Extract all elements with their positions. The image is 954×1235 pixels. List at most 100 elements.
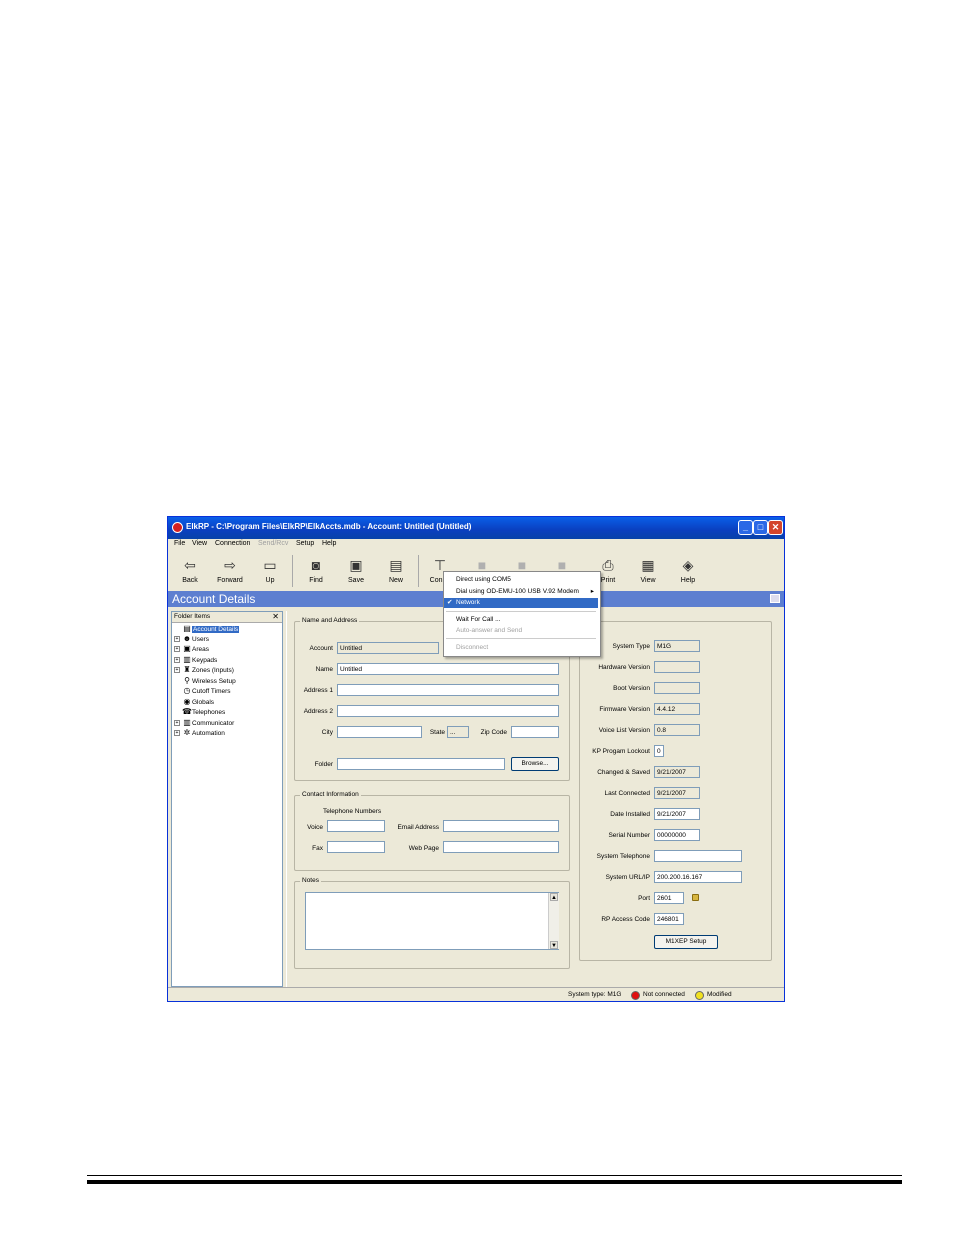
notes-textarea[interactable]: [305, 892, 559, 950]
hardware-version-field: [654, 661, 700, 673]
help-button[interactable]: ◈ Help: [670, 553, 706, 589]
keypads-icon: ▥: [183, 655, 191, 664]
tree-item-cutoff-timers[interactable]: ◷ Cutoff Timers: [174, 686, 231, 696]
city-field[interactable]: [337, 726, 422, 738]
collapse-icon[interactable]: [770, 594, 780, 603]
menu-setup[interactable]: Setup: [296, 540, 314, 547]
tree-header: Folder Items ✕: [172, 612, 282, 623]
system-type-field: M1G: [654, 640, 700, 652]
tree-item-telephones[interactable]: ☎Telephones: [174, 707, 225, 717]
expand-icon[interactable]: +: [174, 657, 180, 664]
app-icon: [172, 522, 183, 533]
back-button[interactable]: ⇦ Back: [172, 553, 208, 589]
zones-icon: ♜: [183, 665, 191, 674]
system-group: em System Type M1G Hardware Version Boot…: [579, 617, 772, 961]
expand-icon[interactable]: +: [174, 667, 180, 674]
maximize-button[interactable]: □: [753, 520, 768, 535]
status-bar: System type: M1G Not connected Modified: [168, 987, 784, 1001]
browse-button[interactable]: Browse...: [511, 757, 559, 771]
menu-item-wait-for-call[interactable]: Wait For Call ...: [444, 615, 598, 625]
menu-connection[interactable]: Connection: [215, 540, 250, 547]
new-button[interactable]: ▤ New: [378, 553, 414, 589]
folder-tree: Folder Items ✕ ▤ Account Details + ☻Users …: [171, 611, 283, 987]
web-page-field[interactable]: [443, 841, 559, 853]
expand-icon[interactable]: +: [174, 720, 180, 727]
last-connected-field: 9/21/2007: [654, 787, 700, 799]
timer-icon: ◷: [183, 686, 191, 695]
submenu-arrow-icon: ▸: [590, 588, 594, 595]
status-system-type: System type: M1G: [568, 991, 622, 998]
up-button[interactable]: ▭ Up: [252, 553, 288, 589]
menu-item-network[interactable]: ✔ Network: [444, 598, 598, 608]
state-field[interactable]: ...: [447, 726, 469, 738]
window-title: ElkRP - C:\Program Files\ElkRP\ElkAccts.…: [186, 522, 472, 531]
email-field[interactable]: [443, 820, 559, 832]
expand-icon[interactable]: +: [174, 730, 180, 737]
view-button[interactable]: ▦ View: [630, 553, 666, 589]
kp-lockout-field[interactable]: 0: [654, 745, 664, 757]
firmware-version-field: 4.4.12: [654, 703, 700, 715]
automation-icon: ✲: [183, 728, 191, 737]
expand-icon[interactable]: +: [174, 636, 180, 643]
floppy-disk-icon: ▣: [349, 557, 363, 573]
voice-phone-field[interactable]: [327, 820, 385, 832]
name-field[interactable]: Untitled: [337, 663, 559, 675]
address2-field[interactable]: [337, 705, 559, 717]
title-bar[interactable]: ElkRP - C:\Program Files\ElkRP\ElkAccts.…: [168, 517, 784, 539]
tree-item-zones[interactable]: + ♜Zones (Inputs): [174, 665, 234, 675]
menu-bar: File View Connection Send/Rcv Setup Help: [168, 539, 784, 551]
m1xep-setup-button[interactable]: M1XEP Setup: [654, 935, 718, 949]
menu-view[interactable]: View: [192, 540, 207, 547]
port-field[interactable]: 2601: [654, 892, 684, 904]
forward-button[interactable]: ⇨ Forward: [212, 553, 248, 589]
address1-field[interactable]: [337, 684, 559, 696]
tree-item-areas[interactable]: + ▣Areas: [174, 644, 209, 654]
communicator-icon: ▥: [183, 718, 191, 727]
menu-item-dial-modem[interactable]: Dial using OD-EMU-100 USB V.92 Modem ▸: [444, 587, 598, 597]
account-details-icon: ▤: [183, 624, 191, 633]
system-telephone-field[interactable]: [654, 850, 742, 862]
date-installed-field[interactable]: 9/21/2007: [654, 808, 700, 820]
serial-number-field[interactable]: 00000000: [654, 829, 700, 841]
toolbar-separator: [292, 555, 293, 587]
scroll-up-icon[interactable]: ▲: [550, 893, 558, 901]
system-url-field[interactable]: 200.200.16.167: [654, 871, 742, 883]
back-arrow-icon: ⇦: [184, 557, 196, 573]
menu-help[interactable]: Help: [322, 540, 336, 547]
wireless-icon: ⚲: [184, 676, 190, 685]
tree-item-communicator[interactable]: + ▥Communicator: [174, 718, 234, 728]
tree-item-globals[interactable]: ◉ Globals: [174, 697, 215, 707]
folder-field[interactable]: [337, 758, 505, 770]
boot-version-field: [654, 682, 700, 694]
users-icon: ☻: [182, 634, 192, 643]
notes-scrollbar[interactable]: ▲ ▼: [548, 893, 559, 949]
modified-indicator-icon: [695, 991, 704, 1000]
menu-sendrcv[interactable]: Send/Rcv: [258, 540, 288, 547]
menu-file[interactable]: File: [174, 540, 185, 547]
close-button[interactable]: ✕: [768, 520, 783, 535]
telephone-icon: ☎: [182, 707, 192, 716]
rp-access-code-field[interactable]: 246801: [654, 913, 684, 925]
section-title: Account Details: [172, 592, 256, 606]
lock-icon[interactable]: [692, 894, 699, 901]
toolbar-separator: [418, 555, 419, 587]
save-button[interactable]: ▣ Save: [338, 553, 374, 589]
tree-item-users[interactable]: + ☻Users: [174, 634, 209, 644]
tree-close-icon[interactable]: ✕: [272, 612, 279, 621]
account-details-panel: Name and Address Account Untitled Name U…: [286, 611, 781, 987]
find-button[interactable]: ◙ Find: [298, 553, 334, 589]
notes-group: Notes ▲ ▼: [294, 877, 570, 969]
tree-item-account-details[interactable]: ▤ Account Details: [174, 624, 240, 634]
scroll-down-icon[interactable]: ▼: [550, 941, 558, 949]
zip-code-field[interactable]: [511, 726, 559, 738]
expand-icon[interactable]: +: [174, 646, 180, 653]
tree-item-automation[interactable]: + ✲ Automation: [174, 728, 225, 738]
folder-up-icon: ▭: [263, 557, 277, 573]
menu-item-auto-answer[interactable]: Auto-answer and Send: [444, 626, 598, 636]
menu-item-disconnect[interactable]: Disconnect: [444, 643, 598, 653]
minimize-button[interactable]: _: [738, 520, 753, 535]
tree-item-wireless[interactable]: ⚲ Wireless Setup: [174, 676, 236, 686]
menu-item-direct-com5[interactable]: Direct using COM5: [444, 575, 598, 585]
tree-item-keypads[interactable]: + ▥Keypads: [174, 655, 217, 665]
fax-field[interactable]: [327, 841, 385, 853]
